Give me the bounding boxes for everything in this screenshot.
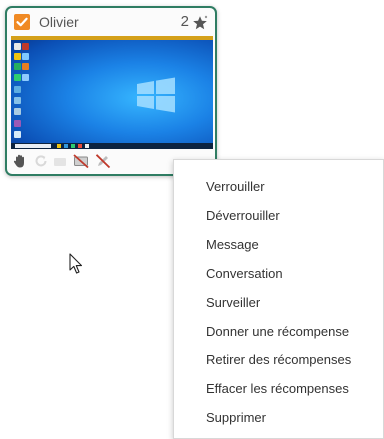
desktop-icon (22, 63, 29, 70)
select-checkbox[interactable] (14, 14, 30, 30)
student-card[interactable]: Olivier 2 (5, 6, 217, 176)
no-edit-icon[interactable] (95, 153, 111, 169)
star-icon[interactable] (192, 15, 208, 31)
desktop-icon (14, 43, 21, 50)
desktop-icon (14, 120, 21, 127)
desktop-icon (22, 74, 29, 81)
screen-thumbnail[interactable] (11, 36, 213, 149)
check-icon (16, 17, 28, 27)
menu-item-message[interactable]: Message (206, 237, 259, 252)
menu-item-lock[interactable]: Verrouiller (206, 179, 265, 194)
desktop-icon (14, 108, 21, 115)
windows-logo-icon (137, 77, 175, 113)
desktop-icon (14, 131, 21, 138)
desktop-icon (22, 53, 29, 60)
no-screen-icon[interactable] (73, 153, 89, 169)
menu-item-monitor[interactable]: Surveiller (206, 295, 260, 310)
card-header: Olivier 2 (7, 8, 215, 36)
desktop-icon (14, 53, 21, 60)
desktop-icon (14, 74, 21, 81)
menu-item-remove-rewards[interactable]: Retirer des récompenses (206, 352, 351, 367)
menu-item-unlock[interactable]: Déverrouiller (206, 208, 280, 223)
mouse-cursor-icon (69, 253, 83, 274)
desktop-icon (22, 43, 29, 50)
menu-item-conversation[interactable]: Conversation (206, 266, 283, 281)
menu-item-give-reward[interactable]: Donner une récompense (206, 324, 349, 339)
screen-icon[interactable] (52, 153, 68, 169)
context-menu: Verrouiller Déverrouiller Message Conver… (173, 159, 384, 439)
menu-item-delete[interactable]: Supprimer (206, 410, 266, 425)
hand-icon[interactable] (12, 153, 28, 169)
desktop-icon (14, 86, 21, 93)
menu-item-clear-rewards[interactable]: Effacer les récompenses (206, 381, 349, 396)
student-name: Olivier (39, 14, 79, 30)
screen-title-bar (11, 36, 213, 40)
refresh-icon[interactable] (33, 153, 49, 169)
desktop-icon (14, 97, 21, 104)
star-count: 2 (180, 13, 189, 30)
desktop-icon (14, 63, 21, 70)
